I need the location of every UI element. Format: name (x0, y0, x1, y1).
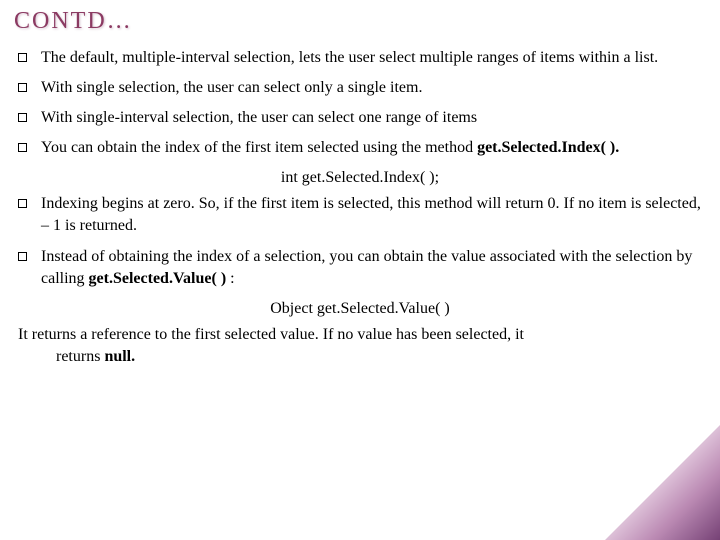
square-bullet-icon (18, 53, 27, 62)
code-line: Object get.Selected.Value( ) (18, 298, 702, 320)
bullet-item: With single selection, the user can sele… (18, 77, 702, 99)
text-fragment: You can obtain the index of the first it… (41, 139, 477, 156)
text-fragment: returns (56, 348, 104, 365)
bullet-item: Indexing begins at zero. So, if the firs… (18, 193, 702, 237)
footer-line-2: returns null. (18, 346, 702, 368)
null-keyword: null. (104, 348, 135, 365)
square-bullet-icon (18, 199, 27, 208)
bullet-text: Indexing begins at zero. So, if the firs… (41, 193, 702, 237)
slide-content: The default, multiple-interval selection… (0, 43, 720, 320)
bullet-text: The default, multiple-interval selection… (41, 47, 702, 69)
square-bullet-icon (18, 83, 27, 92)
method-name: get.Selected.Index( ). (477, 139, 619, 156)
bullet-item: The default, multiple-interval selection… (18, 47, 702, 69)
code-line: int get.Selected.Index( ); (18, 167, 702, 189)
decorative-corner-gradient (605, 425, 720, 540)
bullet-text: You can obtain the index of the first it… (41, 137, 702, 159)
slide-title: CONTD… (0, 0, 720, 43)
footer-line-1: It returns a reference to the first sele… (18, 324, 702, 346)
text-fragment: : (226, 270, 234, 287)
bullet-text: Instead of obtaining the index of a sele… (41, 246, 702, 290)
square-bullet-icon (18, 113, 27, 122)
bullet-item: Instead of obtaining the index of a sele… (18, 246, 702, 290)
square-bullet-icon (18, 252, 27, 261)
bullet-text: With single-interval selection, the user… (41, 107, 702, 129)
bullet-item: You can obtain the index of the first it… (18, 137, 702, 159)
method-name: get.Selected.Value( ) (89, 270, 227, 287)
bullet-item: With single-interval selection, the user… (18, 107, 702, 129)
bullet-text: With single selection, the user can sele… (41, 77, 702, 99)
square-bullet-icon (18, 143, 27, 152)
